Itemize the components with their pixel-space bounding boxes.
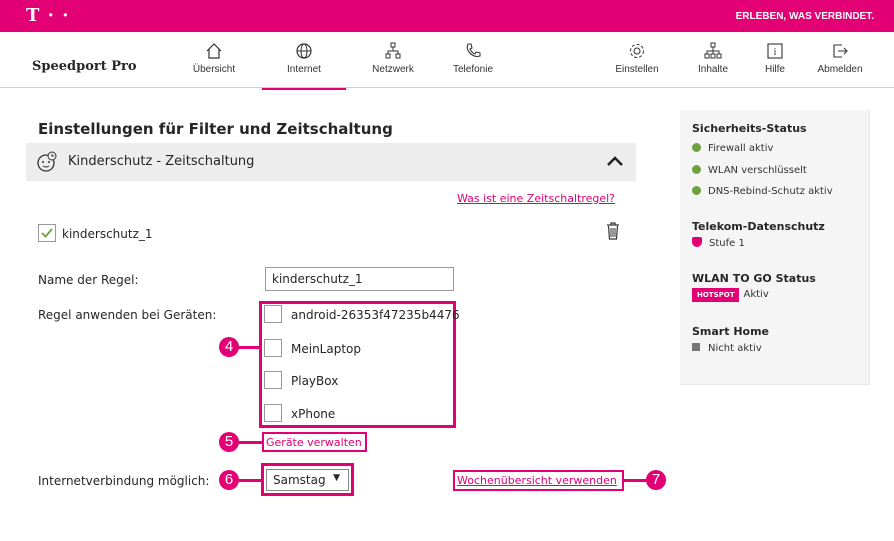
callout-badge: 4 — [219, 337, 239, 357]
top-bar: T · · ERLEBEN, WAS VERBINDET. — [0, 0, 894, 32]
nav-label: Telefonie — [452, 64, 494, 75]
globe-icon — [296, 43, 312, 59]
rule-checkbox-label: kinderschutz_1 — [62, 227, 153, 241]
device-name: MeinLaptop — [291, 342, 361, 356]
wlan-title: WLAN TO GO Status — [692, 272, 816, 285]
smarthome-title: Smart Home — [692, 325, 770, 338]
status-ok-icon — [692, 165, 701, 174]
nav-label: Internet — [287, 64, 321, 75]
callout-line — [238, 479, 262, 482]
manage-devices-link[interactable]: Geräte verwalten — [266, 436, 362, 449]
checkmark-icon — [41, 228, 53, 238]
nav-uebersicht[interactable]: Übersicht — [174, 42, 254, 88]
page-title: Einstellungen für Filter und Zeitschaltu… — [38, 120, 393, 138]
trash-icon[interactable] — [606, 222, 620, 240]
device-name: android-26353f47235b4476 — [291, 308, 460, 322]
hotspot-badge: HOTSPOT — [692, 288, 740, 302]
help-icon: i — [767, 43, 783, 59]
section-title: Kinderschutz - Zeitschaltung — [68, 154, 255, 169]
callout-line — [238, 441, 263, 444]
nav-label: Hilfe — [764, 64, 785, 75]
connection-label: Internetverbindung möglich: — [38, 474, 210, 488]
content-icon — [704, 42, 722, 59]
status-text: WLAN verschlüsselt — [708, 165, 807, 176]
callout-badge: 6 — [219, 470, 239, 490]
name-label: Name der Regel: — [38, 273, 139, 287]
status-item: Firewall aktiv — [692, 143, 773, 154]
device-name: PlayBox — [291, 374, 339, 388]
smarthome-value: Nicht aktiv — [708, 343, 762, 354]
status-item: DNS-Rebind-Schutz aktiv — [692, 186, 833, 197]
product-name: Speedport Pro — [32, 59, 137, 74]
device-checkbox[interactable] — [264, 305, 282, 323]
section-header[interactable]: Kinderschutz - Zeitschaltung — [26, 143, 636, 181]
dropdown-arrow-icon: ▼ — [333, 473, 340, 483]
nav-telefonie[interactable]: Telefonie — [433, 42, 513, 88]
nav-internet[interactable]: Internet — [262, 42, 346, 90]
nav-label: Inhalte — [697, 64, 729, 75]
week-overview-link[interactable]: Wochenübersicht verwenden — [457, 474, 617, 487]
status-ok-icon — [692, 186, 701, 195]
svg-text:i: i — [774, 47, 777, 58]
day-select-value: Samstag — [273, 473, 326, 487]
status-text: DNS-Rebind-Schutz aktiv — [708, 186, 833, 197]
day-select[interactable]: Samstag ▼ — [266, 469, 349, 491]
nav-label: Einstellen — [615, 64, 659, 75]
rule-name-input[interactable] — [265, 267, 454, 291]
status-text: Firewall aktiv — [708, 143, 774, 154]
smarthome-item: Nicht aktiv — [692, 343, 762, 354]
privacy-item: Stufe 1 — [692, 237, 745, 249]
callout-badge: 7 — [646, 470, 666, 490]
rule-checkbox[interactable] — [38, 224, 56, 242]
main-nav: Speedport Pro Übersicht Internet Netzwer… — [0, 32, 894, 90]
nav-einstellen[interactable]: Einstellen — [597, 42, 677, 88]
gear-icon — [630, 44, 644, 58]
phone-icon — [466, 43, 481, 58]
callout-line — [624, 479, 647, 482]
child-clock-icon — [37, 151, 57, 172]
status-ok-icon — [692, 143, 701, 152]
device-checkbox[interactable] — [264, 371, 282, 389]
home-icon — [206, 43, 222, 59]
nav-label: Übersicht — [192, 64, 236, 75]
device-checkbox[interactable] — [264, 404, 282, 422]
inactive-icon — [692, 343, 700, 351]
help-link[interactable]: Was ist eine Zeitschaltregel? — [457, 192, 615, 205]
wlan-value: Aktiv — [743, 289, 769, 300]
privacy-value: Stufe 1 — [709, 238, 745, 249]
privacy-title: Telekom-Datenschutz — [692, 220, 825, 233]
chevron-up-icon[interactable] — [606, 155, 624, 167]
telekom-logo[interactable]: T · · — [26, 5, 69, 26]
nav-label: Netzwerk — [372, 64, 414, 75]
nav-abmelden[interactable]: Abmelden — [800, 42, 880, 88]
callout-line — [238, 346, 260, 349]
tagline: ERLEBEN, WAS VERBINDET. — [735, 11, 874, 22]
devices-label: Regel anwenden bei Geräten: — [38, 308, 217, 322]
logout-icon — [833, 44, 848, 58]
network-icon — [385, 42, 401, 59]
status-sidebar: Sicherheits-Status Firewall aktiv WLAN v… — [680, 110, 870, 385]
privacy-shield-icon — [692, 237, 702, 247]
wlan-item: HOTSPOT Aktiv — [692, 288, 769, 302]
status-item: WLAN verschlüsselt — [692, 165, 807, 176]
callout-badge: 5 — [219, 432, 239, 452]
device-name: xPhone — [291, 407, 336, 421]
device-checkbox[interactable] — [264, 339, 282, 357]
security-title: Sicherheits-Status — [692, 122, 807, 135]
nav-label: Abmelden — [817, 64, 863, 75]
nav-netzwerk[interactable]: Netzwerk — [353, 42, 433, 88]
